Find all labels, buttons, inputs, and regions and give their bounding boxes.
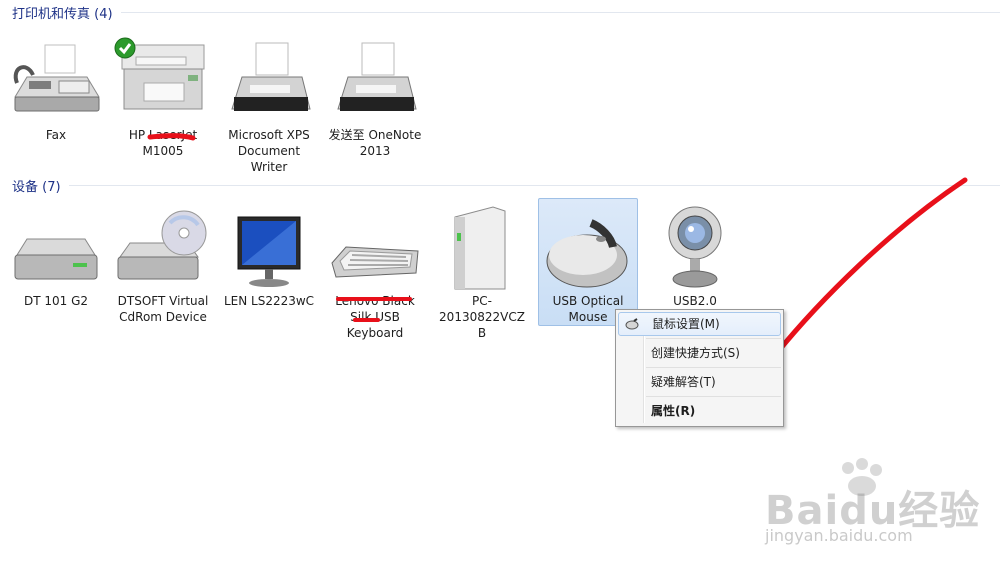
menu-item-label: 疑难解答(T) [651,375,716,389]
menu-item-mouse-settings[interactable]: 鼠标设置(M) [618,312,781,336]
printer-icon [326,37,424,127]
webcam-icon [646,203,744,293]
device-usb-camera[interactable]: USB2.0 Camera [645,202,745,326]
menu-item-troubleshoot[interactable]: 疑难解答(T) [618,370,781,394]
cdrom-drive-icon [114,203,212,293]
device-label: Microsoft XPS Document Writer [228,128,310,174]
device-hp-laserjet[interactable]: HP LaserJet M1005 [113,36,213,160]
device-label: HP LaserJet M1005 [128,128,198,158]
menu-separator [646,367,781,368]
device-label: 发送至 OneNote 2013 [328,128,422,158]
monitor-icon [220,203,318,293]
menu-item-create-shortcut[interactable]: 创建快捷方式(S) [618,341,781,365]
fax-icon [7,37,105,127]
device-label: PC-20130822VCZB [439,294,525,340]
menu-item-label: 鼠标设置(M) [652,317,720,331]
printers-group-header[interactable]: 打印机和传真 (4) [0,2,1000,22]
usb-drive-icon [7,203,105,293]
mouse-icon [539,203,637,293]
computer-tower-icon [433,203,531,293]
device-usb-mouse[interactable]: USB Optical Mouse [538,198,638,326]
device-dtsoft-cdrom[interactable]: DTSOFT Virtual CdRom Device [113,202,213,326]
menu-separator [646,338,781,339]
device-label: DT 101 G2 [23,294,89,308]
watermark-url: jingyan.baidu.com [765,526,913,545]
baidu-watermark: Baidu经验 jingyan.baidu.com [760,458,990,548]
device-label: LEN LS2223wC [223,294,315,308]
keyboard-icon [326,203,424,293]
devices-group-header[interactable]: 设备 (7) [0,175,1000,195]
default-printer-check-icon [114,37,136,59]
menu-separator [646,396,781,397]
printers-group-title: 打印机和传真 (4) [12,6,113,22]
printer-icon [220,37,318,127]
device-send-to-onenote[interactable]: 发送至 OneNote 2013 [325,36,425,160]
laser-printer-icon [114,37,212,127]
group-divider [68,184,1000,186]
device-label: Fax [45,128,67,142]
device-pc-tower[interactable]: PC-20130822VCZB [432,202,532,342]
device-lenovo-keyboard[interactable]: Lenovo Black Silk USB Keyboard [325,202,425,342]
device-label: Lenovo Black Silk USB Keyboard [335,294,415,340]
device-xps-writer[interactable]: Microsoft XPS Document Writer [219,36,319,176]
device-fax[interactable]: Fax [6,36,106,144]
device-len-monitor[interactable]: LEN LS2223wC [219,202,319,310]
context-menu[interactable]: 鼠标设置(M) 创建快捷方式(S) 疑难解答(T) 属性(R) [615,309,784,427]
device-dt101g2[interactable]: DT 101 G2 [6,202,106,310]
devices-group-title: 设备 (7) [12,179,61,195]
mouse-settings-icon [625,318,639,330]
menu-item-label: 创建快捷方式(S) [651,346,740,360]
group-divider [120,11,1000,13]
device-label: DTSOFT Virtual CdRom Device [117,294,209,324]
menu-item-label: 属性(R) [651,404,696,418]
menu-item-properties[interactable]: 属性(R) [618,399,781,423]
